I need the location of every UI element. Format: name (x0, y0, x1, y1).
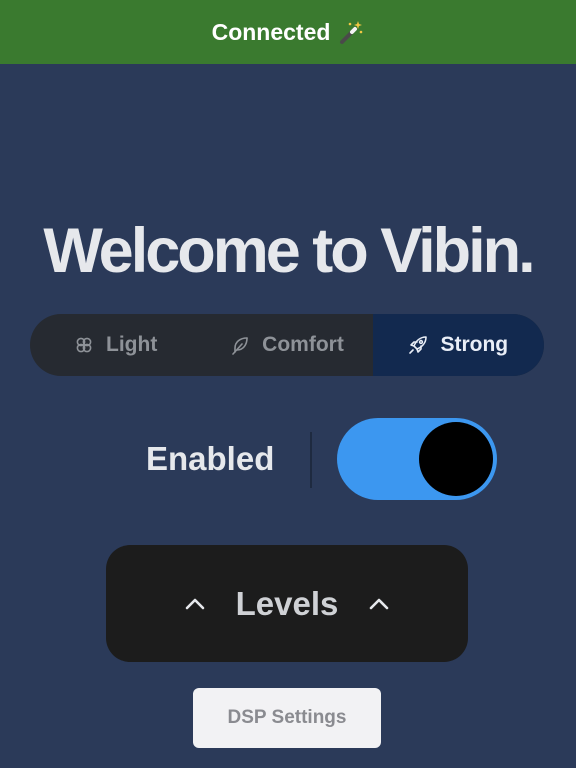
levels-button[interactable]: Levels (106, 545, 468, 662)
mode-comfort-button[interactable]: Comfort (201, 314, 372, 376)
connection-status-text: Connected (211, 18, 331, 45)
divider (310, 432, 312, 488)
mode-light-label: Light (106, 333, 158, 356)
enabled-label: Enabled (146, 440, 275, 477)
flower-icon (74, 335, 94, 355)
rocket-icon (408, 335, 428, 355)
mode-comfort-label: Comfort (262, 333, 344, 356)
app-screen: Connected Welcome to Vibin. Light Comfor… (0, 0, 576, 768)
mode-light-button[interactable]: Light (30, 314, 201, 376)
toggle-knob[interactable] (419, 422, 493, 496)
feather-icon (230, 335, 250, 355)
dsp-settings-label: DSP Settings (227, 707, 347, 728)
chevron-up-icon (368, 597, 390, 611)
mode-strong-button[interactable]: Strong (372, 314, 544, 376)
enabled-toggle[interactable] (337, 418, 497, 500)
connection-status-bar: Connected (0, 0, 576, 64)
page-title: Welcome to Vibin. (43, 216, 535, 286)
levels-label: Levels (235, 584, 339, 622)
chevron-up-icon (184, 597, 206, 611)
mode-segmented-control: Light Comfort Strong (30, 314, 544, 376)
mode-strong-label: Strong (440, 333, 509, 356)
dsp-settings-button[interactable]: DSP Settings (193, 688, 381, 748)
enabled-row: Enabled (0, 418, 576, 502)
magic-wand-icon (338, 19, 364, 45)
